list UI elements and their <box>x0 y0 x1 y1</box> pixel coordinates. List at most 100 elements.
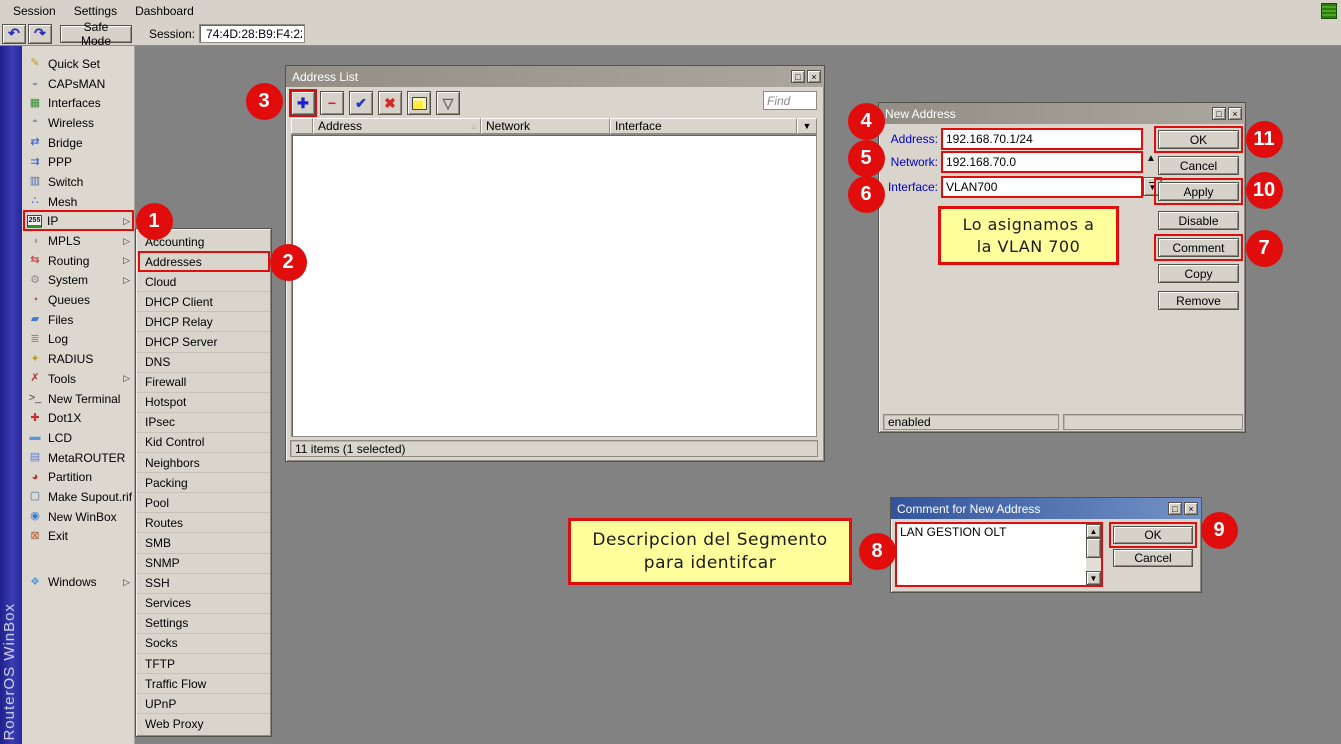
sidebar-item-make-supout-rif[interactable]: ▢Make Supout.rif <box>22 487 134 507</box>
sidebar-item-radius[interactable]: ✦RADIUS <box>22 349 134 369</box>
comment-cancel-button[interactable]: Cancel <box>1113 549 1193 567</box>
scroll-up-icon[interactable]: ▲ <box>1086 524 1101 538</box>
scrollbar[interactable]: ▲ ▼ <box>1086 524 1101 585</box>
sidebar-item-wireless[interactable]: ◓Wireless <box>22 113 134 133</box>
submenu-item-dhcp-server[interactable]: DHCP Server <box>137 332 270 352</box>
submenu-item-pool[interactable]: Pool <box>137 493 270 513</box>
sidebar-item-ppp[interactable]: ⇉PPP <box>22 152 134 172</box>
submenu-item-socks[interactable]: Socks <box>137 634 270 654</box>
sidebar-item-system[interactable]: ⚙System▷ <box>22 271 134 291</box>
submenu-item-firewall[interactable]: Firewall <box>137 373 270 393</box>
submenu-item-hotspot[interactable]: Hotspot <box>137 393 270 413</box>
scroll-down-icon[interactable]: ▼ <box>1086 571 1101 585</box>
submenu-item-smb[interactable]: SMB <box>137 533 270 553</box>
sidebar-item-interfaces[interactable]: ▦Interfaces <box>22 93 134 113</box>
new-address-titlebar[interactable]: New Address □ × <box>879 103 1245 124</box>
submenu-item-upnp[interactable]: UPnP <box>137 694 270 714</box>
sidebar-item-partition[interactable]: ◕Partition <box>22 467 134 487</box>
remove-button[interactable]: − <box>320 91 344 115</box>
sidebar-item-exit[interactable]: ⊠Exit <box>22 527 134 547</box>
address-list-titlebar[interactable]: Address List □ × <box>286 66 824 87</box>
safe-mode-button[interactable]: Safe Mode <box>60 25 132 43</box>
sidebar-item-mesh[interactable]: ∴Mesh <box>22 192 134 212</box>
menu-session[interactable]: Session <box>4 4 65 18</box>
submenu-item-services[interactable]: Services <box>137 594 270 614</box>
sidebar-item-windows[interactable]: ❖Windows▷ <box>22 572 134 592</box>
disable-button[interactable]: Disable <box>1158 211 1239 230</box>
close-button[interactable]: × <box>807 70 821 83</box>
collapse-up-arrow-icon[interactable]: ▲ <box>1146 153 1156 164</box>
submenu-item-ssh[interactable]: SSH <box>137 574 270 594</box>
sidebar-item-new-winbox[interactable]: ◉New WinBox <box>22 507 134 527</box>
submenu-item-dns[interactable]: DNS <box>137 353 270 373</box>
sidebar-item-new-terminal[interactable]: >_New Terminal <box>22 389 134 409</box>
session-input[interactable] <box>204 26 304 41</box>
submenu-item-neighbors[interactable]: Neighbors <box>137 453 270 473</box>
submenu-item-routes[interactable]: Routes <box>137 513 270 533</box>
restore-button[interactable]: □ <box>1212 107 1226 120</box>
scroll-track[interactable] <box>1086 558 1101 571</box>
column-header-address[interactable]: Address ▵ <box>313 118 481 134</box>
restore-button[interactable]: □ <box>791 70 805 83</box>
sidebar-item-quick-set[interactable]: ✎Quick Set <box>22 54 134 74</box>
sidebar-item-routing[interactable]: ⇆Routing▷ <box>22 251 134 271</box>
comment-textarea[interactable]: LAN GESTION OLT <box>897 524 1086 585</box>
column-header-interface[interactable]: Interface <box>610 118 797 134</box>
submenu-item-addresses[interactable]: Addresses <box>137 252 270 272</box>
sidebar-item-files[interactable]: ▰Files <box>22 310 134 330</box>
network-input[interactable] <box>943 153 1141 171</box>
redo-button[interactable]: ↷ <box>28 24 52 44</box>
remove-button[interactable]: Remove <box>1158 291 1239 310</box>
apply-button[interactable]: Apply <box>1158 182 1239 201</box>
submenu-item-tftp[interactable]: TFTP <box>137 654 270 674</box>
add-button[interactable]: ✚ <box>291 91 315 115</box>
sidebar-item-metarouter[interactable]: ▤MetaROUTER <box>22 448 134 468</box>
sidebar-item-queues[interactable]: ◔Queues <box>22 290 134 310</box>
comment-button[interactable]: Comment <box>1158 238 1239 257</box>
disable-button[interactable]: ✖ <box>378 91 402 115</box>
menu-settings[interactable]: Settings <box>65 4 126 18</box>
address-list-statusbar: 11 items (1 selected) <box>290 440 818 457</box>
sidebar-item-tools[interactable]: ✗Tools▷ <box>22 369 134 389</box>
submenu-item-kid-control[interactable]: Kid Control <box>137 433 270 453</box>
undo-button[interactable]: ↶ <box>2 24 26 44</box>
scroll-thumb[interactable] <box>1086 538 1101 558</box>
comment-dialog-titlebar[interactable]: Comment for New Address □ × <box>891 498 1201 519</box>
restore-button[interactable]: □ <box>1168 502 1182 515</box>
comment-button[interactable] <box>407 91 431 115</box>
submenu-item-label: DNS <box>145 355 170 369</box>
submenu-item-web-proxy[interactable]: Web Proxy <box>137 714 270 734</box>
submenu-item-packing[interactable]: Packing <box>137 473 270 493</box>
column-menu-button[interactable]: ▼ <box>797 118 817 134</box>
submenu-item-ipsec[interactable]: IPsec <box>137 413 270 433</box>
submenu-item-dhcp-client[interactable]: DHCP Client <box>137 292 270 312</box>
close-button[interactable]: × <box>1184 502 1198 515</box>
sidebar-item-switch[interactable]: ▥Switch <box>22 172 134 192</box>
sidebar-item-lcd[interactable]: ▬LCD <box>22 428 134 448</box>
enable-button[interactable]: ✔ <box>349 91 373 115</box>
selector-column-header[interactable] <box>291 118 313 134</box>
close-button[interactable]: × <box>1228 107 1242 120</box>
cancel-button[interactable]: Cancel <box>1158 156 1239 175</box>
comment-ok-button[interactable]: OK <box>1113 526 1193 544</box>
sidebar-item-capsman[interactable]: ◒CAPsMAN <box>22 74 134 94</box>
menu-dashboard[interactable]: Dashboard <box>126 4 203 18</box>
copy-button[interactable]: Copy <box>1158 264 1239 283</box>
sidebar-item-bridge[interactable]: ⇄Bridge <box>22 133 134 153</box>
submenu-item-settings[interactable]: Settings <box>137 614 270 634</box>
column-header-network[interactable]: Network <box>481 118 610 134</box>
filter-button[interactable]: ▽ <box>436 91 460 115</box>
interface-input[interactable] <box>943 178 1141 196</box>
submenu-item-dhcp-relay[interactable]: DHCP Relay <box>137 312 270 332</box>
address-input[interactable] <box>943 130 1141 148</box>
sidebar-item-mpls[interactable]: ◑MPLS▷ <box>22 231 134 251</box>
submenu-item-snmp[interactable]: SNMP <box>137 554 270 574</box>
ok-button[interactable]: OK <box>1158 130 1239 149</box>
submenu-item-cloud[interactable]: Cloud <box>137 272 270 292</box>
sidebar-item-ip[interactable]: 255IP▷ <box>22 212 134 232</box>
sidebar-item-log[interactable]: ≣Log <box>22 330 134 350</box>
submenu-item-traffic-flow[interactable]: Traffic Flow <box>137 674 270 694</box>
find-input[interactable] <box>764 92 816 109</box>
sidebar-item-dot1x[interactable]: ✚Dot1X <box>22 408 134 428</box>
address-list-body[interactable] <box>291 134 817 437</box>
